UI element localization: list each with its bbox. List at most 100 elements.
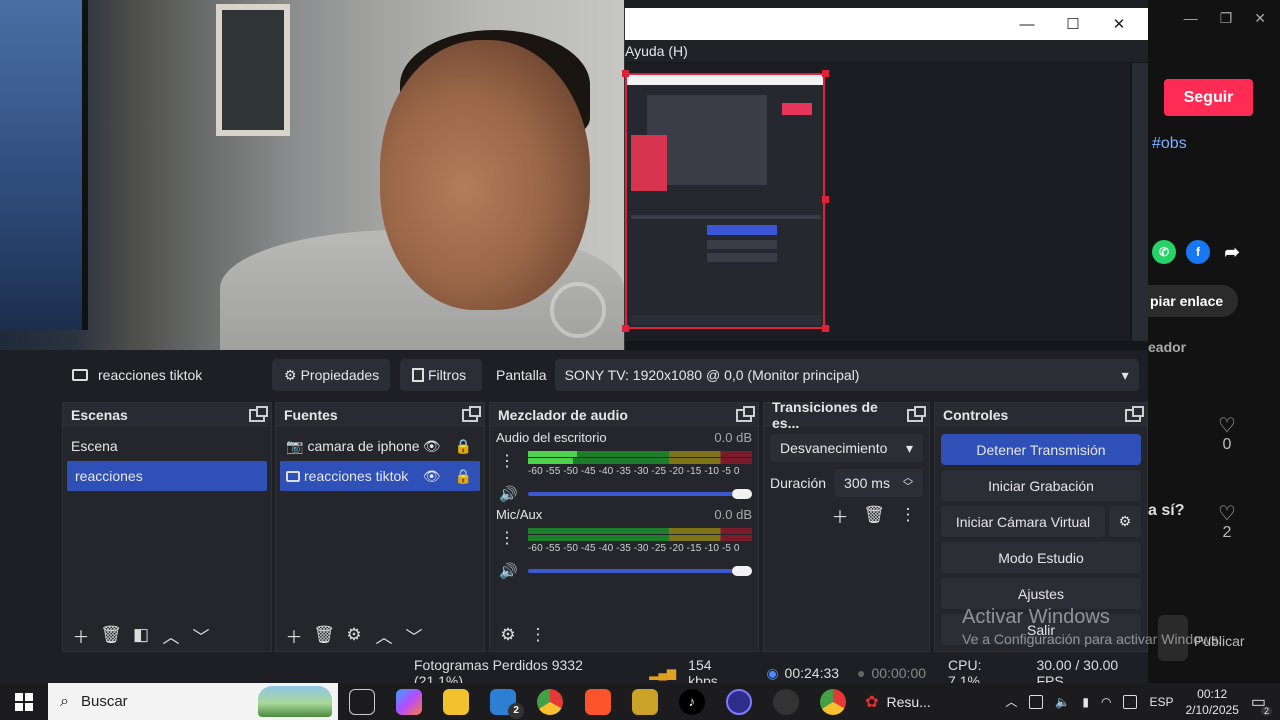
facebook-icon[interactable]: f [1186, 240, 1210, 264]
battery-icon[interactable] [1123, 694, 1138, 709]
virtual-camera-settings-icon[interactable]: ⚙ [1109, 506, 1141, 537]
add-icon[interactable]: ＋ [69, 623, 93, 647]
eye-icon[interactable]: 👁 [423, 438, 441, 455]
search-placeholder: Buscar [80, 693, 128, 710]
scene-item[interactable]: Escena [63, 431, 271, 461]
volume-slider[interactable] [528, 492, 752, 496]
browser-restore-icon[interactable]: ❐ [1220, 10, 1233, 27]
language-indicator[interactable]: ESP [1149, 695, 1173, 709]
brave-icon[interactable] [584, 688, 611, 715]
lock-icon[interactable]: 🔒 [455, 468, 472, 485]
taskbar-search[interactable]: ⌕ Buscar [48, 683, 338, 720]
settings-button[interactable]: Ajustes [941, 578, 1141, 609]
studio-mode-button[interactable]: Modo Estudio [941, 542, 1141, 573]
properties-button[interactable]: ⚙ Propiedades [272, 359, 390, 391]
advanced-audio-icon[interactable]: ⚙ [496, 623, 520, 647]
kebab-menu-icon[interactable]: ⋮ [526, 623, 550, 647]
notification-badge: 2 [1260, 705, 1272, 716]
volume-slider-knob[interactable] [732, 489, 752, 499]
comment-like[interactable]: ♡ 0 [1212, 416, 1242, 454]
duration-label: Duración [770, 475, 827, 491]
undock-icon[interactable] [249, 405, 268, 422]
capcut-icon[interactable] [773, 688, 800, 715]
whatsapp-icon[interactable]: ✆ [1152, 240, 1176, 264]
device-icon[interactable] [1029, 694, 1044, 709]
menu-help[interactable]: Ayuda (H) [625, 40, 1148, 62]
tiktok-icon[interactable]: ♪ [678, 688, 705, 715]
captured-screen-source[interactable] [625, 73, 825, 329]
trash-icon[interactable]: 🗑 [862, 503, 886, 527]
spin-arrows-icon[interactable]: ︿ ﹀ [903, 474, 913, 493]
kebab-menu-icon[interactable]: ⋮ [499, 528, 515, 548]
obs-icon[interactable] [726, 688, 753, 715]
maximize-button[interactable]: ☐ [1050, 8, 1096, 40]
volume-icon[interactable]: 🔊 [499, 485, 518, 503]
follow-button[interactable]: Seguir [1164, 79, 1253, 116]
source-item[interactable]: 📷 camara de iphone 👁 🔒 [276, 431, 484, 461]
add-icon[interactable]: ＋ [282, 623, 306, 647]
monitor-icon [72, 369, 88, 381]
move-up-icon[interactable]: ︿ [159, 623, 183, 647]
start-recording-button[interactable]: Iniciar Grabación [941, 470, 1141, 501]
usb-icon[interactable]: ▮ [1082, 695, 1089, 709]
stop-streaming-button[interactable]: Detener Transmisión [941, 434, 1141, 465]
copilot-icon[interactable] [395, 688, 422, 715]
notifications-button[interactable]: ▭ 2 [1251, 692, 1272, 716]
scene-item[interactable]: reacciones [67, 461, 267, 491]
search-highlight-image [258, 686, 332, 717]
eye-icon[interactable]: 👁 [423, 468, 441, 485]
wifi-icon[interactable]: ◠ [1101, 695, 1111, 709]
mail-icon[interactable]: 2 [490, 688, 525, 719]
browser-minimize-icon[interactable]: — [1184, 10, 1198, 26]
duration-spinbox[interactable]: 300 ms ︿ ﹀ [834, 469, 923, 497]
filters-button[interactable]: Filtros [400, 359, 482, 391]
preview-scrollbar[interactable] [1132, 63, 1148, 341]
comment-like[interactable]: ♡ 2 [1212, 504, 1242, 542]
trash-icon[interactable]: 🗑 [312, 623, 336, 647]
start-button[interactable] [0, 683, 48, 720]
duration-value: 300 ms [844, 475, 890, 491]
undock-icon[interactable] [907, 405, 926, 422]
clock[interactable]: 00:12 2/10/2025 [1185, 686, 1238, 718]
current-source: reacciones tiktok [60, 367, 272, 383]
move-up-icon[interactable]: ︿ [372, 623, 396, 647]
volume-icon[interactable]: 🔊 [499, 562, 518, 580]
filter-icon[interactable]: ◧ [129, 623, 153, 647]
speaker-icon[interactable]: 🔈 [1055, 695, 1070, 709]
kebab-menu-icon[interactable]: ⋮ [499, 451, 515, 471]
chevron-up-icon[interactable]: ︿ [1005, 693, 1017, 710]
start-virtual-camera-button[interactable]: Iniciar Cámara Virtual [941, 506, 1105, 537]
mixer-channel: Audio del escritorio 0.0 dB ⋮ -60 -55 -5… [490, 427, 758, 504]
gear-icon[interactable]: ⚙ [342, 623, 366, 647]
close-button[interactable]: ✕ [1096, 8, 1142, 40]
move-down-icon[interactable]: ﹀ [402, 623, 426, 647]
screen-select[interactable]: SONY TV: 1920x1080 @ 0,0 (Monitor princi… [554, 359, 1139, 391]
lock-icon[interactable]: 🔒 [455, 438, 472, 455]
undock-icon[interactable] [462, 405, 481, 422]
chrome-icon[interactable] [537, 688, 564, 715]
undock-icon[interactable] [1125, 405, 1144, 422]
calculator-app-icon[interactable] [631, 688, 658, 715]
chrome-profile-icon[interactable] [820, 688, 847, 715]
source-item[interactable]: reacciones tiktok 👁 🔒 [280, 461, 480, 491]
move-down-icon[interactable]: ﹀ [189, 623, 213, 647]
trash-icon[interactable]: 🗑 [99, 623, 123, 647]
browser-close-icon[interactable]: ✕ [1254, 10, 1266, 27]
sources-dock: Fuentes 📷 camara de iphone 👁 🔒 reaccione… [275, 402, 485, 652]
volume-slider[interactable] [528, 569, 752, 573]
minimize-button[interactable]: — [1004, 8, 1050, 40]
channel-db: 0.0 dB [714, 507, 752, 522]
undock-icon[interactable] [736, 405, 755, 422]
kebab-menu-icon[interactable]: ⋮ [896, 503, 920, 527]
copy-link-button[interactable]: piar enlace [1148, 285, 1238, 317]
file-explorer-icon[interactable] [442, 688, 469, 715]
share-arrow-icon[interactable]: ➦ [1220, 240, 1244, 264]
resume-app[interactable]: ✿ Resu... [865, 692, 931, 712]
transition-select[interactable]: Desvanecimiento ▾ [770, 434, 923, 462]
transitions-title: Transiciones de es... [772, 399, 878, 431]
preview-canvas[interactable] [622, 63, 1148, 341]
add-icon[interactable]: ＋ [828, 503, 852, 527]
hashtag-link[interactable]: #obs [1152, 135, 1187, 153]
volume-slider-knob[interactable] [732, 566, 752, 576]
task-view-icon[interactable] [348, 688, 375, 715]
